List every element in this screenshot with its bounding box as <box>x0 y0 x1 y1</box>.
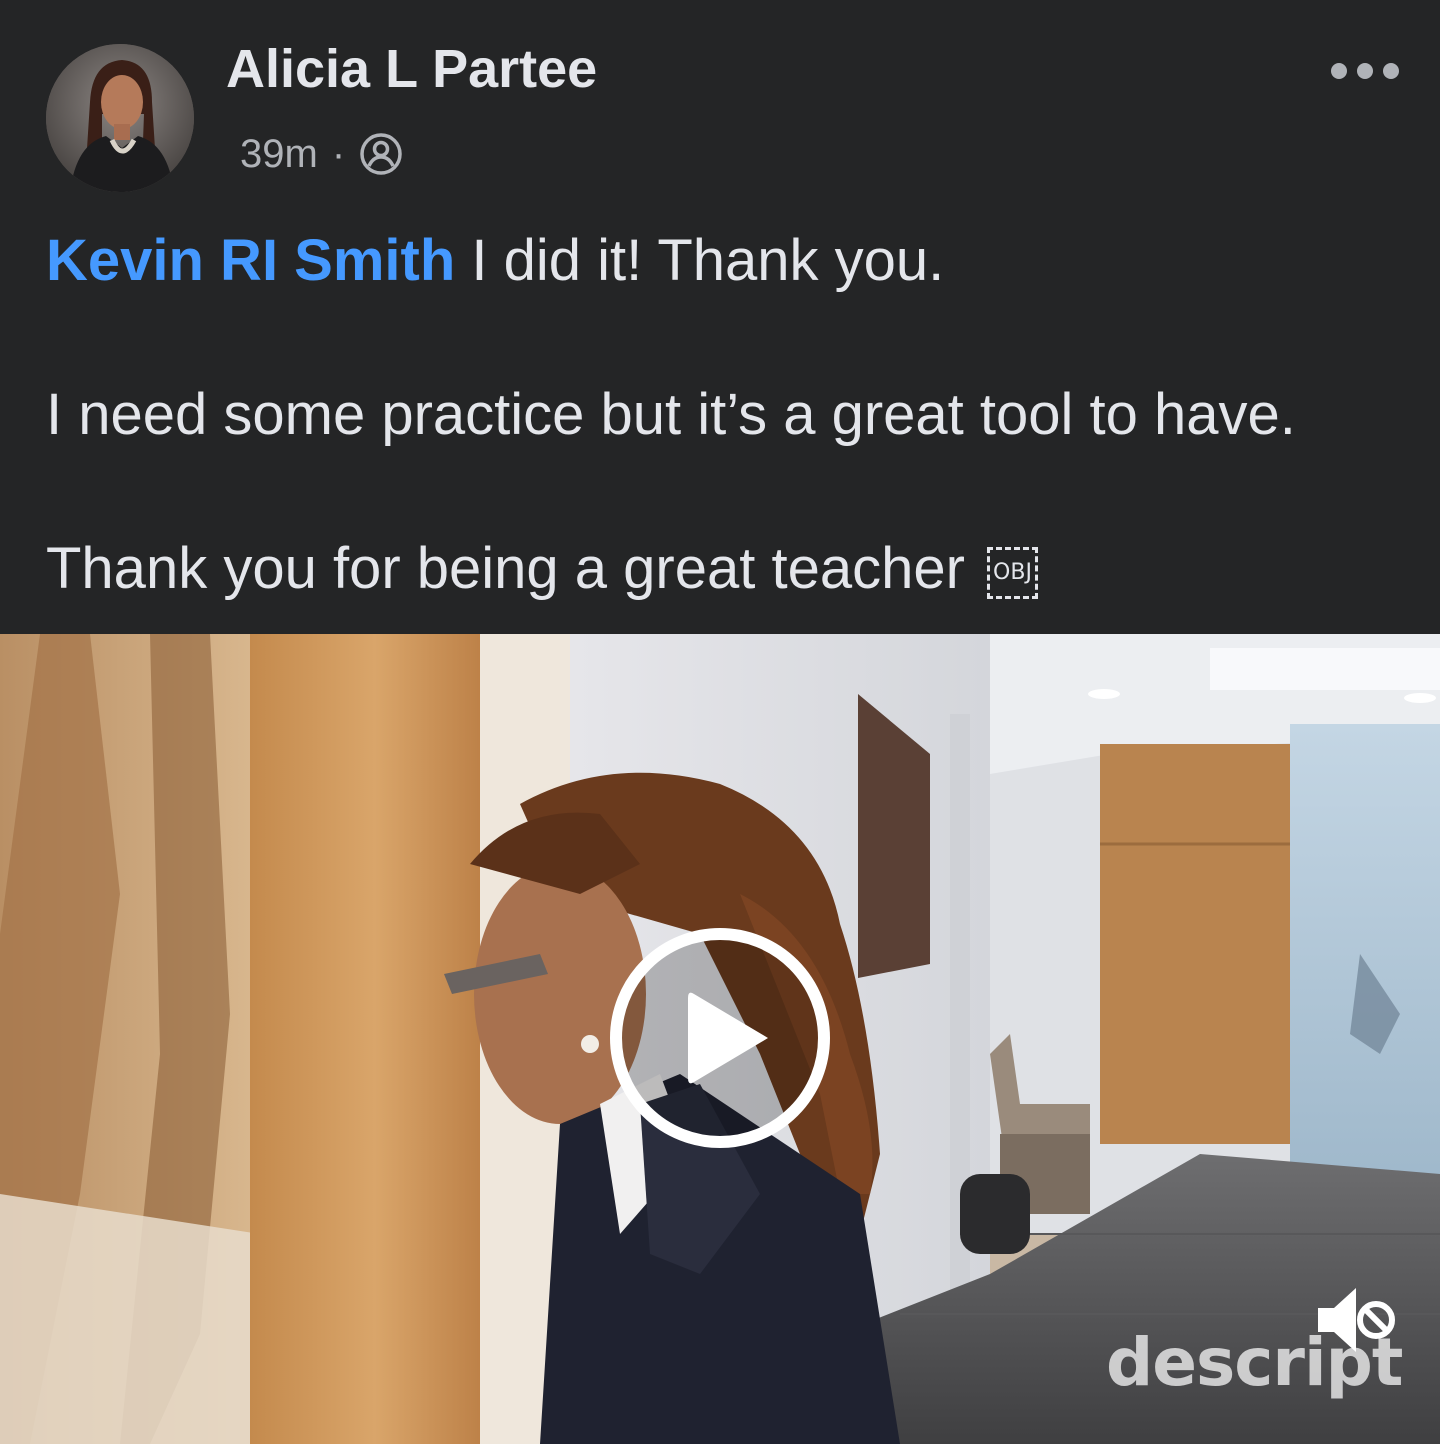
author-name[interactable]: Alicia L Partee <box>226 38 597 100</box>
object-placeholder-icon: OBJ <box>987 546 1038 599</box>
post-line-3-text: Thank you for being a great teacher <box>46 536 982 601</box>
more-dots-icon <box>1331 63 1399 79</box>
post-line-3: Thank you for being a great teacher OBJ <box>46 534 1416 604</box>
play-icon <box>610 928 830 1148</box>
video-player[interactable]: descript <box>0 634 1440 1444</box>
more-options-button[interactable] <box>1320 48 1410 94</box>
descript-watermark: descript <box>1106 1324 1403 1401</box>
play-button[interactable] <box>608 926 832 1150</box>
feed-post: Alicia L Partee 39m · Kevin RI Smith I d… <box>0 0 1440 1444</box>
post-line-1: Kevin RI Smith I did it! Thank you. <box>46 226 1416 296</box>
mention-link[interactable]: Kevin RI Smith <box>46 228 455 293</box>
post-meta: 39m · <box>240 128 403 180</box>
post-time[interactable]: 39m <box>240 132 318 177</box>
post-body: Kevin RI Smith I did it! Thank you. I ne… <box>46 226 1416 604</box>
post-line-2: I need some practice but it’s a great to… <box>46 382 1296 447</box>
post-line-1-text: I did it! Thank you. <box>455 228 945 293</box>
author-avatar[interactable] <box>46 44 194 192</box>
meta-separator: · <box>331 131 346 176</box>
post-header: Alicia L Partee 39m · <box>0 0 1440 210</box>
friends-icon[interactable] <box>359 132 403 176</box>
avatar-photo <box>46 44 194 192</box>
